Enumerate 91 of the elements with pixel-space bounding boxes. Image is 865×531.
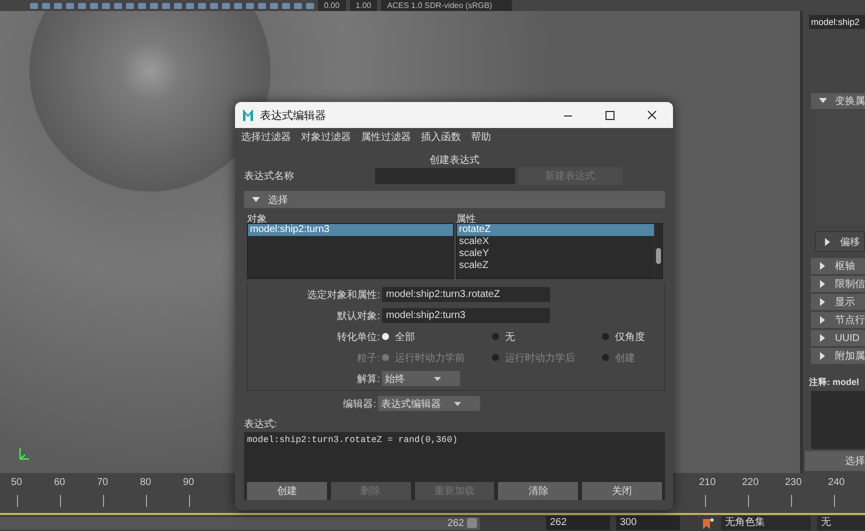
menu-item[interactable]: 对象过滤器 xyxy=(301,130,351,144)
section-label: 选择 xyxy=(268,194,288,206)
end-frame-field[interactable]: 300 xyxy=(616,516,680,530)
frame-number: 262 xyxy=(447,518,464,528)
section-header[interactable]: 偏移 xyxy=(815,231,865,252)
notes-field[interactable] xyxy=(811,391,865,449)
section-label: 节点行 xyxy=(835,314,865,327)
node-name-field[interactable]: model:ship2 xyxy=(809,15,865,29)
action-button[interactable]: 关闭 xyxy=(582,482,662,500)
triangle-icon xyxy=(819,316,827,324)
triangle-icon xyxy=(819,334,827,342)
menu-item[interactable]: 帮助 xyxy=(471,130,491,144)
list-label: 属性 xyxy=(456,212,477,223)
field-label: 表达式: xyxy=(244,418,278,429)
frame-number: 220 xyxy=(742,477,759,488)
range-slider[interactable]: 262 xyxy=(0,516,480,530)
frame-number: 240 xyxy=(828,477,845,488)
dropdown[interactable]: 无 xyxy=(817,516,865,530)
expression-name-field[interactable] xyxy=(375,168,515,184)
section-label: UUID xyxy=(835,332,860,344)
maximize-icon xyxy=(604,110,616,120)
triangle-icon xyxy=(819,97,827,105)
triangle-icon xyxy=(819,262,827,270)
field-label: 选定对象和属性: xyxy=(306,288,381,302)
field-label: 编辑器: xyxy=(342,398,377,410)
text-field[interactable]: model:ship2:turn3 xyxy=(382,308,550,323)
value-field[interactable]: 0.00 xyxy=(318,0,346,11)
value-field[interactable]: 1.00 xyxy=(350,0,378,11)
scrollbar[interactable] xyxy=(654,224,662,278)
section-label: 枢轴 xyxy=(835,260,855,273)
text-field[interactable]: model:ship2:turn3.rotateZ xyxy=(382,287,550,302)
field-label: 表达式名称 xyxy=(244,170,295,183)
triangle-icon xyxy=(819,352,827,360)
app-logo-icon xyxy=(242,108,254,122)
list-item[interactable]: model:ship2:turn3 xyxy=(248,224,453,236)
section-header[interactable]: 显示 xyxy=(811,294,865,310)
field-label: 转化单位: xyxy=(336,330,381,344)
section-header[interactable]: UUID xyxy=(811,330,865,346)
frame-number: 210 xyxy=(699,477,716,488)
menu-item[interactable]: 插入函数 xyxy=(421,130,461,144)
section-header[interactable]: 节点行 xyxy=(811,312,865,328)
select-button[interactable]: 选择 xyxy=(805,451,865,471)
section-header[interactable]: 变换属 xyxy=(811,93,865,109)
list-item[interactable]: scaleX xyxy=(457,236,654,248)
radio-option[interactable]: 无 xyxy=(492,330,602,344)
code-line: model:ship2:turn3.rotateZ = rand(0,360) xyxy=(247,435,459,445)
start-frame-field[interactable]: 262 xyxy=(546,516,610,530)
triangle-icon xyxy=(824,238,832,246)
frame-number: 90 xyxy=(183,477,194,488)
editor-dropdown[interactable]: 表达式编辑器 xyxy=(378,396,480,411)
section-label: 偏移 xyxy=(840,236,860,248)
list-item[interactable]: scaleY xyxy=(457,248,654,260)
color-space-dropdown[interactable]: ACES 1.0 SDR-video (sRGB) xyxy=(381,0,512,11)
list-item[interactable]: scaleZ xyxy=(457,260,654,272)
solver-dropdown[interactable]: 始终 xyxy=(382,371,460,386)
caret-icon xyxy=(454,402,461,406)
close-icon xyxy=(646,110,658,120)
dialog-heading: 创建表达式 xyxy=(428,154,480,165)
radio-option[interactable]: 全部 xyxy=(382,330,492,344)
section-header[interactable]: 限制信 xyxy=(811,276,865,292)
section-header[interactable]: 附加属 xyxy=(811,348,865,364)
triangle-icon xyxy=(819,298,827,306)
triangle-icon xyxy=(819,280,827,288)
bookmark-icon xyxy=(702,516,715,530)
character-set-dropdown[interactable]: 无角色集 xyxy=(721,516,811,530)
field-label: 解算: xyxy=(356,372,381,386)
list-item[interactable]: rotateZ xyxy=(457,224,654,236)
section-label: 限制信 xyxy=(835,278,865,291)
caret-icon xyxy=(434,376,441,380)
section-label: 附加属 xyxy=(835,350,865,363)
frame-number: 80 xyxy=(140,477,152,488)
menu-item[interactable]: 属性过滤器 xyxy=(361,130,411,144)
list-label: 对象 xyxy=(247,212,267,223)
slider-handle[interactable] xyxy=(467,518,477,528)
field-label: 默认对象: xyxy=(336,310,381,322)
menu-item[interactable]: 选择过滤器 xyxy=(241,130,291,144)
section-label: 变换属 xyxy=(835,94,865,108)
frame-number: 60 xyxy=(54,477,66,488)
window-title: 表达式编辑器 xyxy=(260,108,327,122)
frame-number: 230 xyxy=(785,477,802,488)
action-button[interactable]: 清除 xyxy=(498,482,578,500)
action-button[interactable]: 创建 xyxy=(247,482,327,500)
section-label: 显示 xyxy=(835,296,855,309)
radio-option[interactable]: 仅角度 xyxy=(602,330,662,344)
notes-label: 注释: model xyxy=(809,376,860,389)
section-header[interactable]: 选择 xyxy=(244,191,665,208)
field-label: 粒子: xyxy=(356,352,381,364)
frame-number: 70 xyxy=(97,477,108,488)
section-header[interactable]: 枢轴 xyxy=(811,258,865,274)
triangle-icon xyxy=(252,196,260,204)
frame-number: 50 xyxy=(11,477,22,488)
